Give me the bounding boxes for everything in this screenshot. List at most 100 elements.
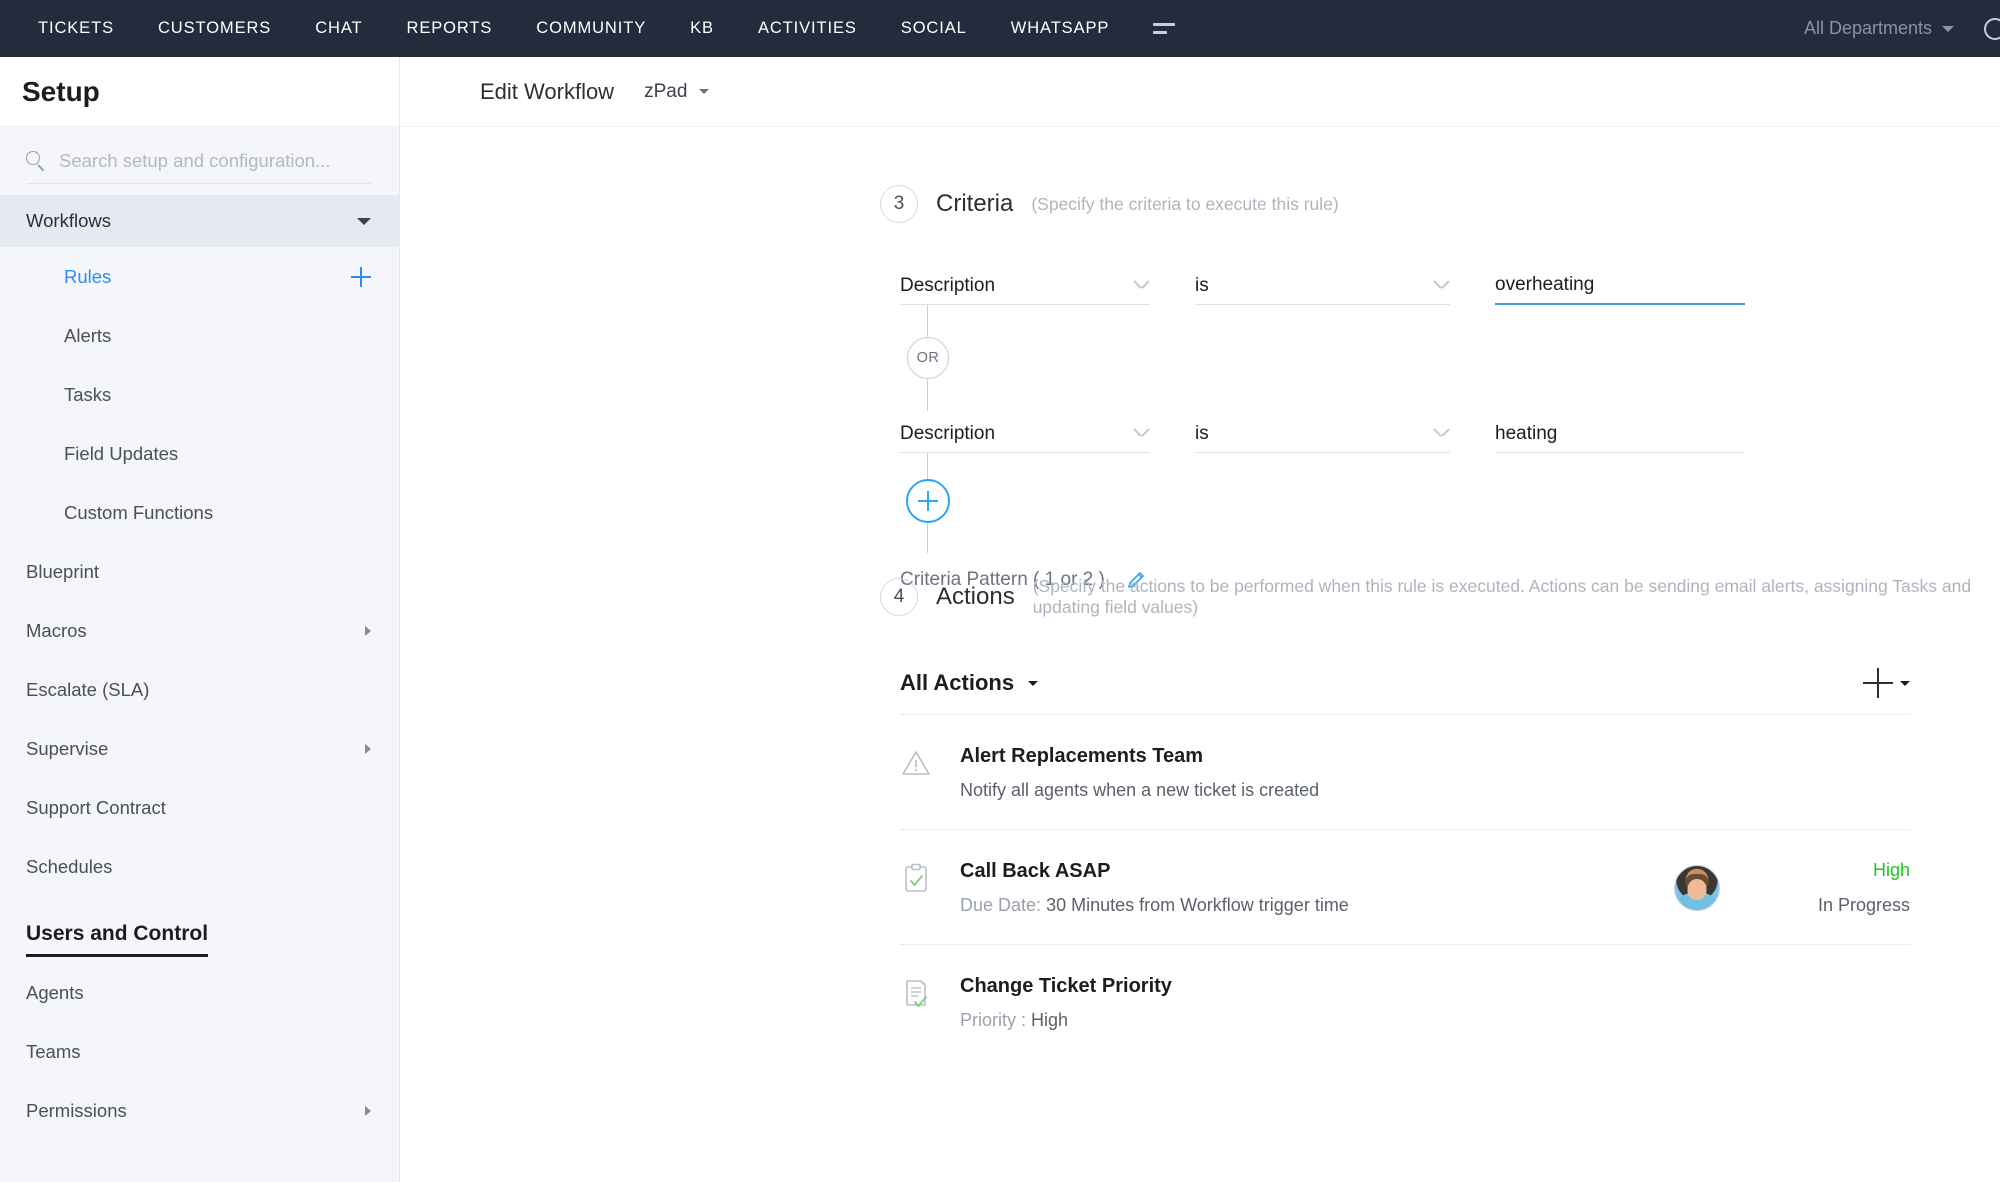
nav-item-customers[interactable]: CUSTOMERS	[136, 0, 293, 57]
action-text-alert: Alert Replacements Team Notify all agent…	[960, 745, 1910, 801]
chevron-down-icon	[1900, 681, 1910, 686]
nav-item-chat[interactable]: CHAT	[293, 0, 384, 57]
sidebar-item-custom-functions-label: Custom Functions	[26, 502, 371, 524]
criteria-operator-label: OR	[917, 350, 940, 366]
chevron-down-icon	[357, 218, 371, 225]
action-desc-value-field-update: High	[1031, 1010, 1068, 1030]
action-row-alert[interactable]: Alert Replacements Team Notify all agent…	[900, 715, 1910, 830]
sidebar-item-tasks-label: Tasks	[26, 384, 371, 406]
actions-step-number: 4	[880, 578, 918, 616]
action-row-task[interactable]: Call Back ASAP Due Date: 30 Minutes from…	[900, 830, 1910, 945]
actions-filter-label: All Actions	[900, 670, 1014, 696]
action-desc-field-update: Priority : High	[960, 1010, 1910, 1031]
sidebar-item-blueprint[interactable]: Blueprint	[0, 542, 399, 601]
sidebar-item-permissions[interactable]: Permissions	[0, 1081, 399, 1140]
criteria-value-text-2: heating	[1495, 423, 1557, 445]
sidebar-item-alerts[interactable]: Alerts	[0, 306, 399, 365]
criteria-field-select-1[interactable]: Description	[900, 263, 1150, 305]
task-clipboard-icon	[900, 862, 934, 899]
sidebar-item-rules[interactable]: Rules	[0, 247, 399, 306]
nav-item-reports[interactable]: REPORTS	[385, 0, 515, 57]
nav-item-kb[interactable]: KB	[668, 0, 736, 57]
sidebar-item-permissions-label: Permissions	[26, 1100, 365, 1122]
sidebar-item-teams[interactable]: Teams	[0, 1022, 399, 1081]
sidebar-item-support-contract-label: Support Contract	[26, 797, 371, 819]
sidebar-section-users-and-control: Users and Control	[0, 896, 399, 963]
sidebar-item-tasks[interactable]: Tasks	[0, 365, 399, 424]
nav-item-community[interactable]: COMMUNITY	[514, 0, 668, 57]
criteria-step-number: 3	[880, 185, 918, 223]
criteria-value-input-2[interactable]: heating	[1495, 411, 1745, 453]
add-action-button[interactable]	[1863, 668, 1910, 698]
chevron-down-icon	[1135, 279, 1148, 292]
top-nav-right: All Departments	[1804, 14, 2000, 44]
sidebar-item-supervise-label: Supervise	[26, 738, 365, 760]
sidebar-group-workflows-label: Workflows	[26, 210, 357, 232]
nav-item-social[interactable]: SOCIAL	[879, 0, 989, 57]
actions-section: 4 Actions (Specify the actions to be per…	[400, 576, 2000, 1059]
criteria-value-text-1: overheating	[1495, 274, 1594, 296]
sidebar-item-support-contract[interactable]: Support Contract	[0, 778, 399, 837]
nav-item-activities[interactable]: ACTIVITIES	[736, 0, 879, 57]
sidebar-item-macros[interactable]: Macros	[0, 601, 399, 660]
field-update-icon	[900, 977, 934, 1014]
chevron-down-icon	[699, 89, 709, 94]
page-title: Setup	[22, 76, 100, 108]
status-badge: High	[1790, 860, 1910, 881]
action-desc-label-task: Due Date:	[960, 895, 1041, 915]
sidebar-item-escalate-sla[interactable]: Escalate (SLA)	[0, 660, 399, 719]
criteria-condition-select-1[interactable]: is	[1195, 263, 1450, 305]
department-selector-label: All Departments	[1804, 18, 1932, 39]
search-input[interactable]	[59, 150, 371, 172]
chevron-down-icon	[1435, 427, 1448, 440]
add-criteria-plus-icon[interactable]	[906, 479, 950, 523]
sidebar-item-field-updates[interactable]: Field Updates	[0, 424, 399, 483]
chevron-down-icon	[1435, 279, 1448, 292]
criteria-section-title: Criteria	[936, 190, 1013, 218]
action-text-task: Call Back ASAP Due Date: 30 Minutes from…	[960, 860, 1674, 916]
criteria-add-connector	[900, 453, 1150, 553]
sidebar-item-schedules[interactable]: Schedules	[0, 837, 399, 896]
sidebar-item-schedules-label: Schedules	[26, 856, 371, 878]
sidebar-item-field-updates-label: Field Updates	[26, 443, 371, 465]
criteria-value-input-1[interactable]: overheating	[1495, 263, 1745, 305]
actions-filter-dropdown[interactable]: All Actions	[900, 670, 1038, 696]
action-desc-label-field-update: Priority :	[960, 1010, 1026, 1030]
sidebar-item-macros-label: Macros	[26, 620, 365, 642]
criteria-connector-or: OR	[900, 305, 1150, 411]
sidebar-item-escalate-sla-label: Escalate (SLA)	[26, 679, 371, 701]
sidebar-item-agents[interactable]: Agents	[0, 963, 399, 1022]
sidebar-item-rules-label: Rules	[26, 266, 351, 288]
criteria-section-subtitle: (Specify the criteria to execute this ru…	[1031, 194, 1338, 215]
chevron-right-icon	[365, 626, 371, 636]
sidebar-item-supervise[interactable]: Supervise	[0, 719, 399, 778]
connector-line-top	[927, 305, 928, 337]
workflow-product-selector-label: zPad	[644, 81, 687, 103]
action-desc-value-task: 30 Minutes from Workflow trigger time	[1046, 895, 1349, 915]
sidebar-group-workflows[interactable]: Workflows	[0, 195, 399, 247]
criteria-field-value-2: Description	[900, 423, 995, 445]
sidebar-item-agents-label: Agents	[26, 982, 371, 1004]
add-line-top	[927, 453, 928, 479]
criteria-condition-select-2[interactable]: is	[1195, 411, 1450, 453]
chevron-down-icon	[1135, 427, 1148, 440]
action-row-field-update[interactable]: Change Ticket Priority Priority : High	[900, 945, 1910, 1059]
more-menu-icon[interactable]	[1137, 23, 1191, 34]
workflow-product-selector[interactable]: zPad	[644, 81, 709, 103]
sidebar-item-custom-functions[interactable]: Custom Functions	[0, 483, 399, 542]
actions-section-subtitle: (Specify the actions to be performed whe…	[1033, 576, 2000, 618]
action-desc-alert: Notify all agents when a new ticket is c…	[960, 780, 1910, 801]
nav-item-tickets[interactable]: TICKETS	[16, 0, 136, 57]
criteria-section: 3 Criteria (Specify the criteria to exec…	[400, 185, 2000, 591]
search-icon[interactable]	[1982, 14, 2000, 44]
nav-item-whatsapp[interactable]: WHATSAPP	[989, 0, 1132, 57]
add-rule-plus-icon[interactable]	[351, 267, 371, 287]
criteria-field-select-2[interactable]: Description	[900, 411, 1150, 453]
department-selector[interactable]: All Departments	[1804, 18, 1982, 39]
sidebar-item-alerts-label: Alerts	[26, 325, 371, 347]
sidebar-section-title-label: Users and Control	[26, 922, 208, 957]
action-desc-task: Due Date: 30 Minutes from Workflow trigg…	[960, 895, 1674, 916]
setup-sidebar: Setup Workflows Rules Alerts Tasks Field…	[0, 57, 400, 1182]
action-desc-value-alert: Notify all agents when a new ticket is c…	[960, 780, 1319, 800]
criteria-operator-toggle[interactable]: OR	[907, 337, 949, 379]
